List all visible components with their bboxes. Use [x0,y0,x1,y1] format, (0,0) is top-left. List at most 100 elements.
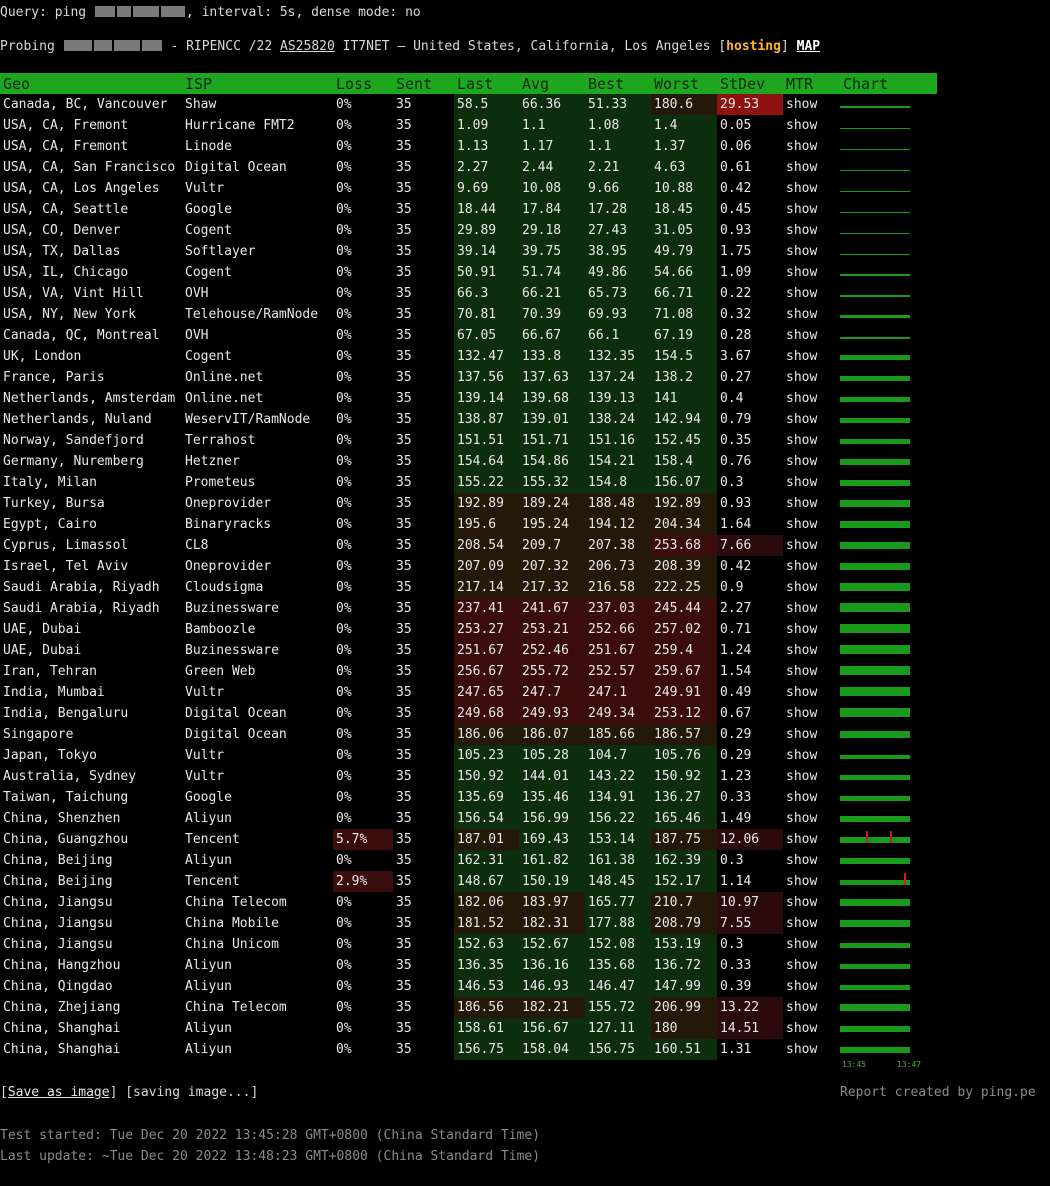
mtr-show-link[interactable]: show [783,724,840,745]
mtr-show-link[interactable]: show [783,1018,840,1039]
mtr-show-link[interactable]: show [783,451,840,472]
cell-loss: 0% [336,328,352,343]
latency-sparkline [840,274,910,276]
cell-avg: 247.7 [519,682,585,703]
cell-loss: 0% [336,811,352,826]
table-row: Norway, Sandefjord Terrahost 0% 35 151.51 151… [0,430,937,451]
cell-avg: 136.16 [519,955,585,976]
mtr-show-link[interactable]: show [783,871,840,892]
cell-geo: Italy, Milan [3,475,97,490]
cell-avg: 195.24 [519,514,585,535]
asn-link[interactable]: AS25820 [280,39,335,54]
mtr-show-link[interactable]: show [783,220,840,241]
mtr-show-link[interactable]: show [783,472,840,493]
cell-avg: 249.93 [519,703,585,724]
latency-sparkline [840,500,910,507]
mtr-show-link[interactable]: show [783,304,840,325]
cell-isp: Hetzner [185,454,240,469]
mtr-show-link[interactable]: show [783,955,840,976]
sparkline-fill [840,337,910,339]
cell-loss: 0% [336,643,352,658]
mtr-show-link[interactable]: show [783,1039,840,1060]
chart-cell [840,745,937,766]
mtr-show-link[interactable]: show [783,913,840,934]
cell-isp: Buzinessware [185,601,279,616]
mtr-show-link[interactable]: show [783,556,840,577]
cell-last: 162.31 [454,850,519,871]
mtr-show-link[interactable]: show [783,577,840,598]
mtr-show-link[interactable]: show [783,241,840,262]
mtr-show-link[interactable]: show [783,745,840,766]
cell-best: 65.73 [585,283,651,304]
cell-last: 29.89 [454,220,519,241]
cell-avg: 151.71 [519,430,585,451]
cell-sent: 35 [396,895,412,910]
cell-geo: Saudi Arabia, Riyadh [3,580,160,595]
mtr-show-link[interactable]: show [783,430,840,451]
cell-loss: 0% [336,958,352,973]
mtr-show-link[interactable]: show [783,514,840,535]
mtr-show-link[interactable]: show [783,808,840,829]
cell-geo: Netherlands, Nuland [3,412,152,427]
table-row: France, Paris Online.net 0% 35 137.56 137.63 1… [0,367,937,388]
table-row: China, Shanghai Aliyun 0% 35 156.75 158.04 156… [0,1039,937,1060]
mtr-show-link[interactable]: show [783,136,840,157]
save-as-image-link[interactable]: Save as image [8,1085,110,1100]
cell-stdev: 1.14 [720,874,752,889]
cell-sent: 35 [396,244,412,259]
mtr-show-link[interactable]: show [783,178,840,199]
table-row: Turkey, Bursa Oneprovider 0% 35 192.89 189.24… [0,493,937,514]
mtr-show-link[interactable]: show [783,850,840,871]
mtr-show-link[interactable]: show [783,640,840,661]
cell-last: 158.61 [454,1018,519,1039]
mtr-show-link[interactable]: show [783,409,840,430]
mtr-show-link[interactable]: show [783,682,840,703]
mtr-show-link[interactable]: show [783,934,840,955]
mtr-show-link[interactable]: show [783,829,840,850]
mtr-show-link[interactable]: show [783,367,840,388]
mtr-show-link[interactable]: show [783,703,840,724]
redacted-block [141,40,162,51]
table-row: Germany, Nuremberg Hetzner 0% 35 154.64 154.8… [0,451,937,472]
mtr-show-link[interactable]: show [783,535,840,556]
mtr-show-link[interactable]: show [783,493,840,514]
cell-worst: 154.5 [651,346,717,367]
cell-sent: 35 [396,517,412,532]
cell-last: 249.68 [454,703,519,724]
mtr-show-link[interactable]: show [783,388,840,409]
save-line: [Save as image] [saving image...] [0,1085,259,1100]
mtr-show-link[interactable]: show [783,997,840,1018]
mtr-show-link[interactable]: show [783,661,840,682]
chart-cell [840,955,937,976]
mtr-show-link[interactable]: show [783,598,840,619]
chart-cell [840,451,937,472]
mtr-show-link[interactable]: show [783,787,840,808]
mtr-show-link[interactable]: show [783,115,840,136]
table-row: UAE, Dubai Bamboozle 0% 35 253.27 253.21 252.6… [0,619,937,640]
map-link[interactable]: MAP [797,39,820,54]
cell-stdev: 0.9 [720,580,744,595]
mtr-show-link[interactable]: show [783,346,840,367]
mtr-show-link[interactable]: show [783,262,840,283]
chart-cell [840,178,937,199]
mtr-show-link[interactable]: show [783,619,840,640]
cell-stdev: 0.4 [720,391,744,406]
mtr-show-link[interactable]: show [783,325,840,346]
cell-best: 135.68 [585,955,651,976]
mtr-show-link[interactable]: show [783,94,840,115]
cell-stdev: 1.54 [720,664,752,679]
cell-avg: 39.75 [519,241,585,262]
latency-sparkline [840,212,910,213]
cell-last: 256.67 [454,661,519,682]
mtr-show-link[interactable]: show [783,766,840,787]
cell-last: 138.87 [454,409,519,430]
mtr-show-link[interactable]: show [783,157,840,178]
mtr-show-link[interactable]: show [783,976,840,997]
cell-worst: 10.88 [651,178,717,199]
mtr-show-link[interactable]: show [783,199,840,220]
chart-cell [840,472,937,493]
cell-worst: 222.25 [651,577,717,598]
sparkline-fill [840,687,910,696]
mtr-show-link[interactable]: show [783,283,840,304]
mtr-show-link[interactable]: show [783,892,840,913]
